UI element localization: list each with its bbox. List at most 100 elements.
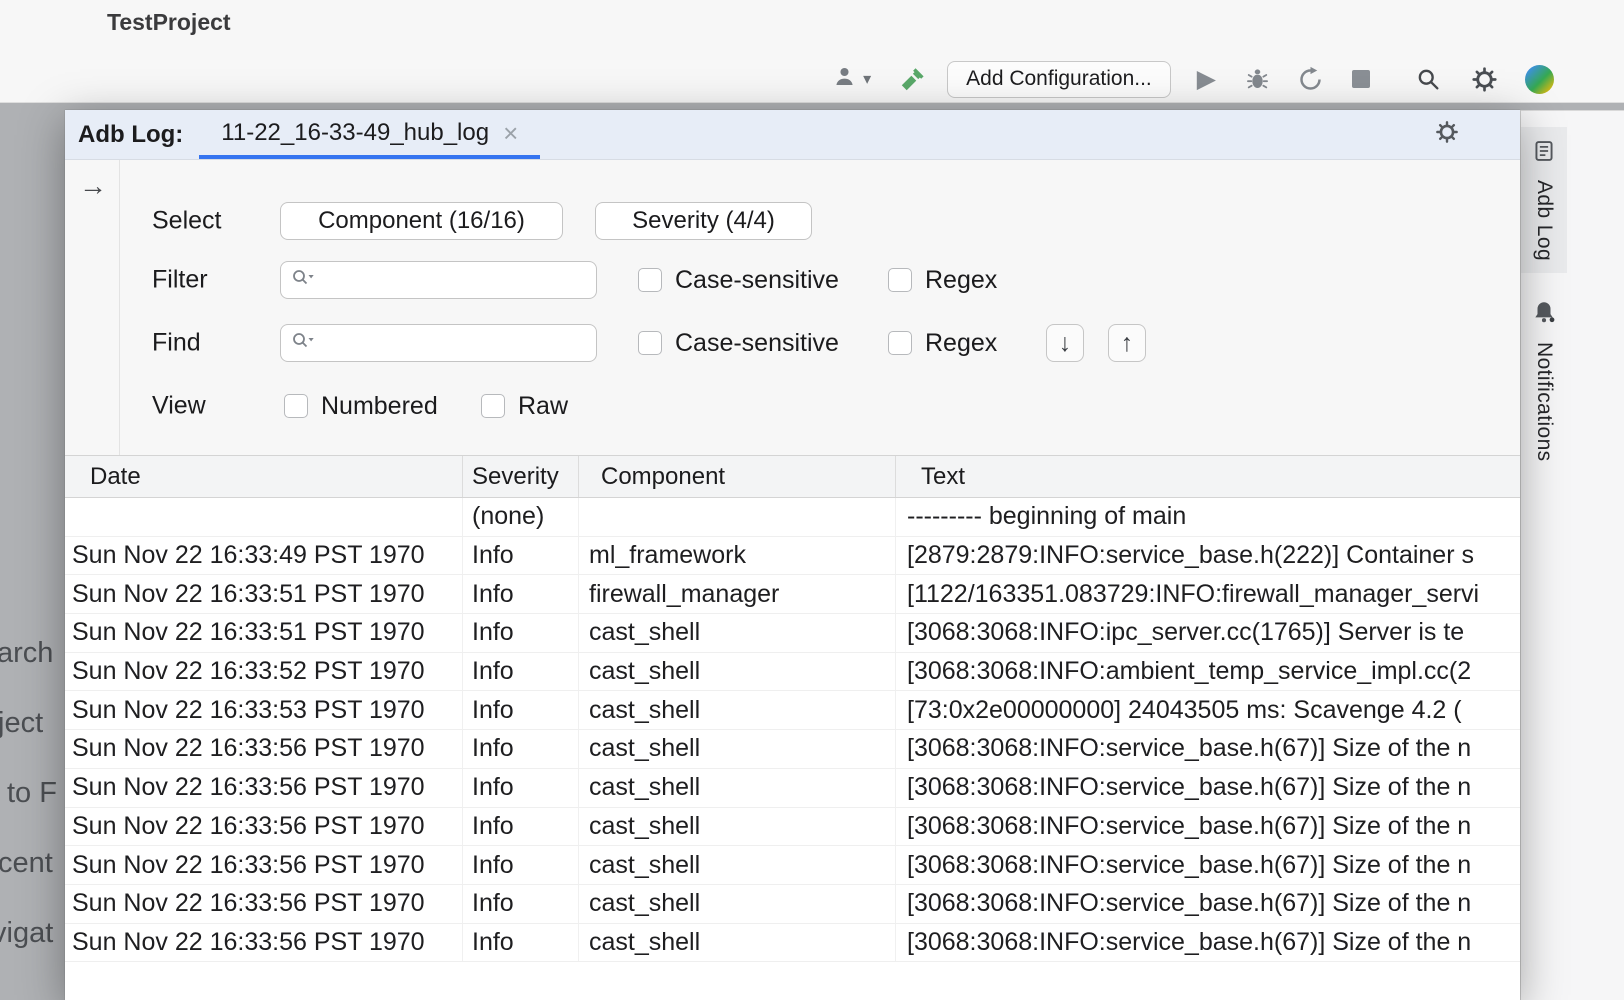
settings-gear-icon[interactable] <box>1470 65 1499 94</box>
find-next-button[interactable]: ↓ <box>1046 324 1084 362</box>
cell-severity: Info <box>462 885 578 923</box>
stripe-tab-label: Adb Log <box>1532 180 1556 261</box>
cell-date: Sun Nov 22 16:33:49 PST 1970 <box>65 537 462 575</box>
cell-severity: Info <box>462 730 578 768</box>
cell-date: Sun Nov 22 16:33:56 PST 1970 <box>65 924 462 962</box>
close-icon[interactable]: × <box>503 120 518 146</box>
find-row: Find Case-sensitive Regex ↓ ↑ <box>65 324 1520 362</box>
cell-severity: Info <box>462 653 578 691</box>
column-header-severity[interactable]: Severity <box>462 456 578 497</box>
table-row[interactable]: (none) --------- beginning of main <box>65 498 1520 537</box>
search-icon <box>291 331 315 356</box>
component-filter-button[interactable]: Component (16/16) <box>280 202 563 240</box>
filter-form: → Select Component (16/16) Severity (4/4… <box>65 160 1520 455</box>
cell-component: cast_shell <box>578 730 895 768</box>
table-row[interactable]: Sun Nov 22 16:33:52 PST 1970Infocast_she… <box>65 653 1520 692</box>
cell-component: cast_shell <box>578 808 895 846</box>
find-previous-button[interactable]: ↑ <box>1108 324 1146 362</box>
checkbox-box <box>481 394 505 418</box>
cell-severity: Info <box>462 691 578 729</box>
arrow-down-icon: ↓ <box>1059 329 1072 358</box>
table-row[interactable]: Sun Nov 22 16:33:53 PST 1970Infocast_she… <box>65 691 1520 730</box>
background-text-fragment: arch <box>0 637 53 670</box>
select-label: Select <box>152 207 221 236</box>
cell-component <box>578 498 895 536</box>
cell-date: Sun Nov 22 16:33:56 PST 1970 <box>65 730 462 768</box>
cell-severity: Info <box>462 537 578 575</box>
cell-severity: Info <box>462 846 578 884</box>
log-document-icon <box>1533 139 1555 168</box>
arrow-up-icon: ↑ <box>1121 329 1134 358</box>
cell-date: Sun Nov 22 16:33:51 PST 1970 <box>65 614 462 652</box>
profiler-icon[interactable] <box>1297 66 1324 93</box>
user-menu-button[interactable]: ▾ <box>831 63 871 95</box>
build-hammer-icon[interactable] <box>899 65 927 93</box>
column-header-component[interactable]: Component <box>578 456 895 497</box>
table-row[interactable]: Sun Nov 22 16:33:51 PST 1970Infocast_she… <box>65 614 1520 653</box>
cell-severity: Info <box>462 769 578 807</box>
find-input[interactable] <box>321 330 586 357</box>
cell-severity: Info <box>462 575 578 613</box>
table-row[interactable]: Sun Nov 22 16:33:56 PST 1970Infocast_she… <box>65 846 1520 885</box>
cell-text: [3068:3068:INFO:service_base.h(67)] Size… <box>895 769 1520 807</box>
table-header-row: Date Severity Component Text <box>65 455 1520 498</box>
cell-text: [73:0x2e00000000] 24043505 ms: Scavenge … <box>895 691 1520 729</box>
cell-severity: (none) <box>462 498 578 536</box>
checkbox-label: Case-sensitive <box>675 266 839 295</box>
cell-date <box>65 498 462 536</box>
tool-window-title: Adb Log: <box>78 121 183 149</box>
find-case-sensitive-checkbox[interactable]: Case-sensitive <box>638 324 839 362</box>
cell-component: ml_framework <box>578 537 895 575</box>
checkbox-label: Case-sensitive <box>675 329 839 358</box>
stripe-tab-adb-log[interactable]: Adb Log <box>1521 127 1567 273</box>
log-file-tab-label: 11-22_16-33-49_hub_log <box>221 119 489 147</box>
debug-icon[interactable] <box>1244 66 1271 93</box>
table-row[interactable]: Sun Nov 22 16:33:56 PST 1970Infocast_she… <box>65 769 1520 808</box>
checkbox-label: Regex <box>925 329 997 358</box>
numbered-checkbox[interactable]: Numbered <box>284 387 438 425</box>
severity-filter-button[interactable]: Severity (4/4) <box>595 202 812 240</box>
filter-input[interactable] <box>321 267 586 294</box>
user-icon <box>831 63 858 95</box>
checkbox-box <box>638 331 662 355</box>
cell-date: Sun Nov 22 16:33:52 PST 1970 <box>65 653 462 691</box>
column-header-date[interactable]: Date <box>65 456 462 497</box>
cell-component: cast_shell <box>578 691 895 729</box>
stop-square <box>1352 70 1370 88</box>
find-search-field <box>280 324 597 362</box>
checkbox-label: Raw <box>518 392 568 421</box>
panel-gear-icon[interactable] <box>1434 119 1460 150</box>
cell-text: [3068:3068:INFO:service_base.h(67)] Size… <box>895 846 1520 884</box>
table-row[interactable]: Sun Nov 22 16:33:56 PST 1970Infocast_she… <box>65 730 1520 769</box>
filter-search-field <box>280 261 597 299</box>
filter-case-sensitive-checkbox[interactable]: Case-sensitive <box>638 261 839 299</box>
cell-component: cast_shell <box>578 846 895 884</box>
find-label: Find <box>152 329 201 358</box>
table-row[interactable]: Sun Nov 22 16:33:56 PST 1970Infocast_she… <box>65 808 1520 847</box>
stop-icon[interactable] <box>1352 70 1414 88</box>
cell-component: cast_shell <box>578 769 895 807</box>
background-text-fragment: cent <box>0 847 53 880</box>
filter-label: Filter <box>152 266 208 295</box>
search-icon <box>291 268 315 293</box>
cell-date: Sun Nov 22 16:33:51 PST 1970 <box>65 575 462 613</box>
cell-text: --------- beginning of main <box>895 498 1520 536</box>
table-row[interactable]: Sun Nov 22 16:33:49 PST 1970Infoml_frame… <box>65 537 1520 576</box>
cell-date: Sun Nov 22 16:33:56 PST 1970 <box>65 808 462 846</box>
table-row[interactable]: Sun Nov 22 16:33:56 PST 1970Infocast_she… <box>65 924 1520 963</box>
find-regex-checkbox[interactable]: Regex <box>888 324 997 362</box>
log-file-tab[interactable]: 11-22_16-33-49_hub_log × <box>199 110 540 159</box>
gradient-avatar-icon[interactable] <box>1525 65 1554 94</box>
search-everywhere-icon[interactable] <box>1414 65 1442 93</box>
filter-regex-checkbox[interactable]: Regex <box>888 261 997 299</box>
add-configuration-button[interactable]: Add Configuration... <box>947 61 1171 98</box>
table-row[interactable]: Sun Nov 22 16:33:56 PST 1970Infocast_she… <box>65 885 1520 924</box>
column-header-text[interactable]: Text <box>895 456 1520 497</box>
stripe-tab-notifications[interactable]: Notifications <box>1521 287 1567 474</box>
raw-checkbox[interactable]: Raw <box>481 387 568 425</box>
run-icon[interactable]: ▶ <box>1197 67 1216 92</box>
table-row[interactable]: Sun Nov 22 16:33:51 PST 1970Infofirewall… <box>65 575 1520 614</box>
collapse-right-icon[interactable]: → <box>79 170 107 202</box>
cell-date: Sun Nov 22 16:33:56 PST 1970 <box>65 846 462 884</box>
gradient-ball <box>1525 65 1554 94</box>
